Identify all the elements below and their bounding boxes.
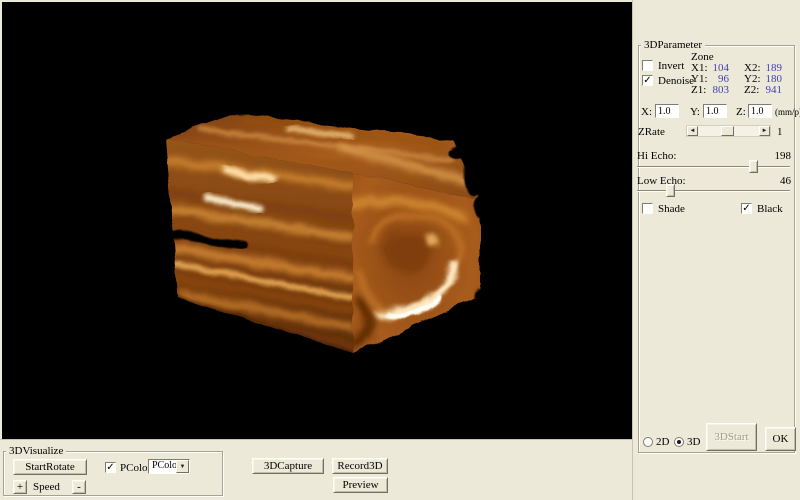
hi-echo-value: 198 xyxy=(753,151,791,162)
low-echo-slider-thumb[interactable] xyxy=(666,184,675,197)
scale-z-label: Z: xyxy=(736,107,746,118)
scale-y-input[interactable] xyxy=(703,104,727,118)
mode-3d-label: 3D xyxy=(687,437,700,448)
preview-button[interactable]: Preview xyxy=(333,477,388,493)
scroll-right-icon: ► xyxy=(762,128,768,134)
zrate-value: 1 xyxy=(777,127,783,138)
zone-z1-label: Z1: xyxy=(691,85,706,96)
low-echo-label: Low Echo: xyxy=(637,176,686,187)
zrate-label: ZRate xyxy=(638,127,665,138)
zone-z1-value: 803 xyxy=(705,85,729,96)
scale-x-input[interactable] xyxy=(655,104,679,118)
shade-checkbox[interactable] xyxy=(642,203,653,214)
pcolor-dropdown[interactable]: PColor ▼ xyxy=(148,459,190,474)
hi-echo-label: Hi Echo: xyxy=(637,151,676,162)
zone-z2-label: Z2: xyxy=(744,85,759,96)
record-3d-button[interactable]: Record3D xyxy=(332,458,388,474)
mode-2d-radio[interactable] xyxy=(643,437,653,447)
low-echo-slider-track[interactable] xyxy=(637,190,790,192)
zrate-scroll-right-button[interactable]: ► xyxy=(759,126,770,136)
black-checkbox[interactable]: ✓ xyxy=(741,203,752,214)
scale-y-label: Y: xyxy=(690,107,700,118)
start-rotate-button[interactable]: StartRotate xyxy=(13,459,87,475)
ok-button[interactable]: OK xyxy=(765,427,796,451)
ultrasound-3d-app: { "param": { "title": "3DParameter", "in… xyxy=(0,0,800,500)
volume-render-image xyxy=(2,2,632,439)
zrate-scrollbar[interactable]: ◄ ► xyxy=(686,125,771,137)
render-viewport[interactable] xyxy=(2,2,632,439)
scale-unit-label: (mm/p) xyxy=(775,107,800,118)
denoise-label: Denoise xyxy=(658,76,694,87)
speed-label: Speed xyxy=(33,482,60,493)
mode-2d-label: 2D xyxy=(656,437,669,448)
shade-label: Shade xyxy=(658,204,685,215)
chevron-down-icon[interactable]: ▼ xyxy=(176,460,189,473)
zone-z2-value: 941 xyxy=(758,85,782,96)
visualize-group-title: 3DVisualize xyxy=(6,446,66,457)
parameter-group-title: 3DParameter xyxy=(641,40,705,51)
invert-checkbox[interactable] xyxy=(642,60,653,71)
invert-label: Invert xyxy=(658,61,684,72)
check-icon: ✓ xyxy=(742,203,750,214)
black-label: Black xyxy=(757,204,783,215)
mode-3d-radio[interactable] xyxy=(674,437,684,447)
check-icon: ✓ xyxy=(106,462,114,473)
pcolor-checkbox[interactable]: ✓ xyxy=(105,462,116,473)
hi-echo-slider-track[interactable] xyxy=(637,166,790,168)
scroll-left-icon: ◄ xyxy=(690,128,696,134)
visualize-panel: 3DVisualize StartRotate + Speed - ✓ PCol… xyxy=(0,439,632,500)
scale-x-label: X: xyxy=(641,107,652,118)
low-echo-value: 46 xyxy=(753,176,791,187)
pcolor-label: PColor xyxy=(120,463,151,474)
parameter-panel: 3DParameter Invert ✓ Denoise Zone X1: 10… xyxy=(632,0,800,500)
start-3d-button[interactable]: 3DStart xyxy=(706,423,757,451)
zrate-scrollbar-thumb[interactable] xyxy=(721,126,734,136)
speed-minus-button[interactable]: - xyxy=(72,480,86,494)
speed-plus-button[interactable]: + xyxy=(13,480,27,494)
hi-echo-slider-thumb[interactable] xyxy=(749,160,758,173)
scale-z-input[interactable] xyxy=(748,104,772,118)
zrate-scroll-left-button[interactable]: ◄ xyxy=(687,126,698,136)
capture-3d-button[interactable]: 3DCapture xyxy=(252,458,324,474)
check-icon: ✓ xyxy=(643,75,651,86)
denoise-checkbox[interactable]: ✓ xyxy=(642,75,653,86)
